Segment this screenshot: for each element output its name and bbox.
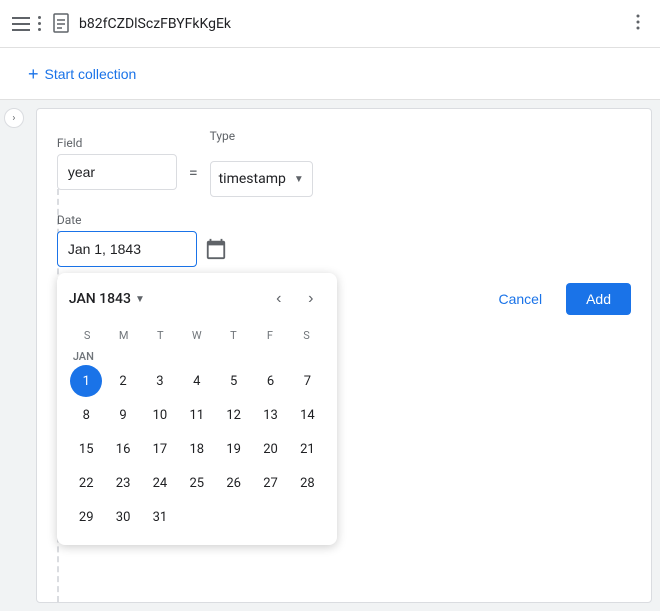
weekday-sat: S [288, 325, 325, 346]
calendar-day[interactable]: 22 [70, 467, 102, 499]
side-toggle: › [0, 100, 28, 611]
plus-icon: + [28, 65, 39, 83]
cancel-button[interactable]: Cancel [482, 283, 558, 315]
calendar-day[interactable]: 9 [107, 399, 139, 431]
calendar-day[interactable]: 18 [181, 433, 213, 465]
secondary-bar: + Start collection [0, 48, 660, 100]
calendar-day [291, 501, 323, 533]
chevron-down-icon: ▼ [294, 174, 304, 185]
calendar-next-button[interactable]: › [297, 285, 325, 313]
calendar-days-grid: 1234567891011121314151617181920212223242… [69, 365, 325, 533]
calendar-day[interactable]: 30 [107, 501, 139, 533]
form-panel: Field = Type timestamp ▼ Date [36, 108, 652, 603]
calendar-day[interactable]: 12 [218, 399, 250, 431]
calendar-day[interactable]: 14 [291, 399, 323, 431]
calendar-day[interactable]: 19 [218, 433, 250, 465]
cal-nav: ‹ › [265, 285, 325, 313]
calendar-day[interactable]: 25 [181, 467, 213, 499]
calendar-day[interactable]: 1 [70, 365, 102, 397]
weekday-sun: S [69, 325, 106, 346]
top-bar: b82fCZDlSczFBYFkKgEk [0, 0, 660, 48]
calendar-day[interactable]: 24 [144, 467, 176, 499]
calendar-day[interactable]: 16 [107, 433, 139, 465]
calendar-day[interactable]: 5 [218, 365, 250, 397]
calendar-day[interactable]: 31 [144, 501, 176, 533]
calendar-chevron-icon: ▼ [135, 294, 145, 305]
calendar-prev-button[interactable]: ‹ [265, 285, 293, 313]
calendar-day[interactable]: 23 [107, 467, 139, 499]
calendar-day[interactable]: 21 [291, 433, 323, 465]
weekday-wed: W [179, 325, 216, 346]
start-collection-label: Start collection [45, 66, 137, 82]
calendar-day[interactable]: 27 [255, 467, 287, 499]
add-button[interactable]: Add [566, 283, 631, 315]
calendar-day [255, 501, 287, 533]
calendar-day[interactable]: 29 [70, 501, 102, 533]
type-select-text: timestamp [219, 171, 286, 187]
main-content: › Field = Type timestamp ▼ Date [0, 100, 660, 611]
type-select[interactable]: timestamp ▼ [210, 161, 313, 197]
calendar-day[interactable]: 26 [218, 467, 250, 499]
side-panel-toggle[interactable]: › [4, 108, 24, 128]
date-input-row [57, 231, 631, 267]
calendar-month-label: JAN [73, 350, 325, 363]
calendar-day[interactable]: 4 [181, 365, 213, 397]
calendar-day[interactable]: 7 [291, 365, 323, 397]
hamburger-icon[interactable] [12, 17, 30, 31]
date-section: Date JAN 1843 ▼ ‹ [57, 213, 631, 267]
date-input[interactable] [57, 231, 197, 267]
equals-sign: = [189, 163, 198, 182]
top-bar-icons [12, 16, 41, 31]
calendar-header: JAN 1843 ▼ ‹ › [69, 285, 325, 313]
calendar-day [181, 501, 213, 533]
calendar-day[interactable]: 10 [144, 399, 176, 431]
calendar-dropdown: JAN 1843 ▼ ‹ › S M T W T F S [57, 273, 337, 545]
vertical-dots-icon[interactable] [38, 16, 41, 31]
date-label: Date [57, 213, 631, 227]
calendar-day[interactable]: 6 [255, 365, 287, 397]
document-icon [53, 13, 71, 35]
calendar-icon-button[interactable] [205, 238, 227, 260]
start-collection-button[interactable]: + Start collection [16, 57, 148, 91]
more-options-icon[interactable] [628, 12, 648, 36]
calendar-month-year-text: JAN 1843 [69, 291, 131, 307]
type-label: Type [210, 129, 313, 143]
calendar-day[interactable]: 2 [107, 365, 139, 397]
calendar-day[interactable]: 17 [144, 433, 176, 465]
calendar-day [218, 501, 250, 533]
weekday-fri: F [252, 325, 289, 346]
calendar-day[interactable]: 28 [291, 467, 323, 499]
weekday-tue: T [142, 325, 179, 346]
calendar-day[interactable]: 13 [255, 399, 287, 431]
calendar-day[interactable]: 11 [181, 399, 213, 431]
calendar-day[interactable]: 20 [255, 433, 287, 465]
calendar-day[interactable]: 15 [70, 433, 102, 465]
field-label: Field [57, 136, 177, 150]
field-input[interactable] [57, 154, 177, 190]
weekday-mon: M [105, 325, 142, 346]
field-column: Field [57, 136, 177, 190]
calendar-day[interactable]: 3 [144, 365, 176, 397]
weekday-thu: T [215, 325, 252, 346]
field-type-row: Field = Type timestamp ▼ [57, 129, 631, 197]
calendar-day[interactable]: 8 [70, 399, 102, 431]
calendar-month-year[interactable]: JAN 1843 ▼ [69, 291, 145, 307]
tab-title: b82fCZDlSczFBYFkKgEk [79, 16, 620, 32]
type-column: Type timestamp ▼ [210, 129, 313, 197]
calendar-weekdays: S M T W T F S [69, 325, 325, 346]
